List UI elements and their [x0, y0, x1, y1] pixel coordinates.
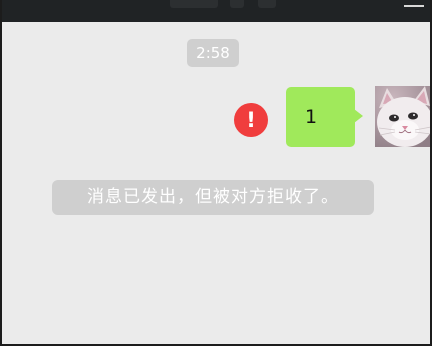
cat-avatar-icon	[375, 86, 430, 147]
bubble-tail	[354, 109, 363, 123]
exclamation-error-icon[interactable]: !	[234, 103, 268, 137]
chat-window: 2:58 ! 1 消息已发出，但被对方拒收了。	[0, 0, 432, 346]
system-notice: 消息已发出，但被对方拒收了。	[52, 180, 374, 215]
message-row: ! 1	[2, 86, 430, 148]
menu-icon[interactable]	[404, 0, 424, 7]
message-text: 1	[305, 106, 318, 128]
title-bar-faint-element	[170, 0, 218, 8]
message-bubble[interactable]: 1	[286, 87, 363, 147]
title-bar-faint-element	[258, 0, 276, 8]
title-bar	[2, 0, 430, 22]
avatar[interactable]	[375, 86, 430, 147]
message-timestamp: 2:58	[187, 39, 239, 67]
title-bar-faint-element	[230, 0, 244, 8]
